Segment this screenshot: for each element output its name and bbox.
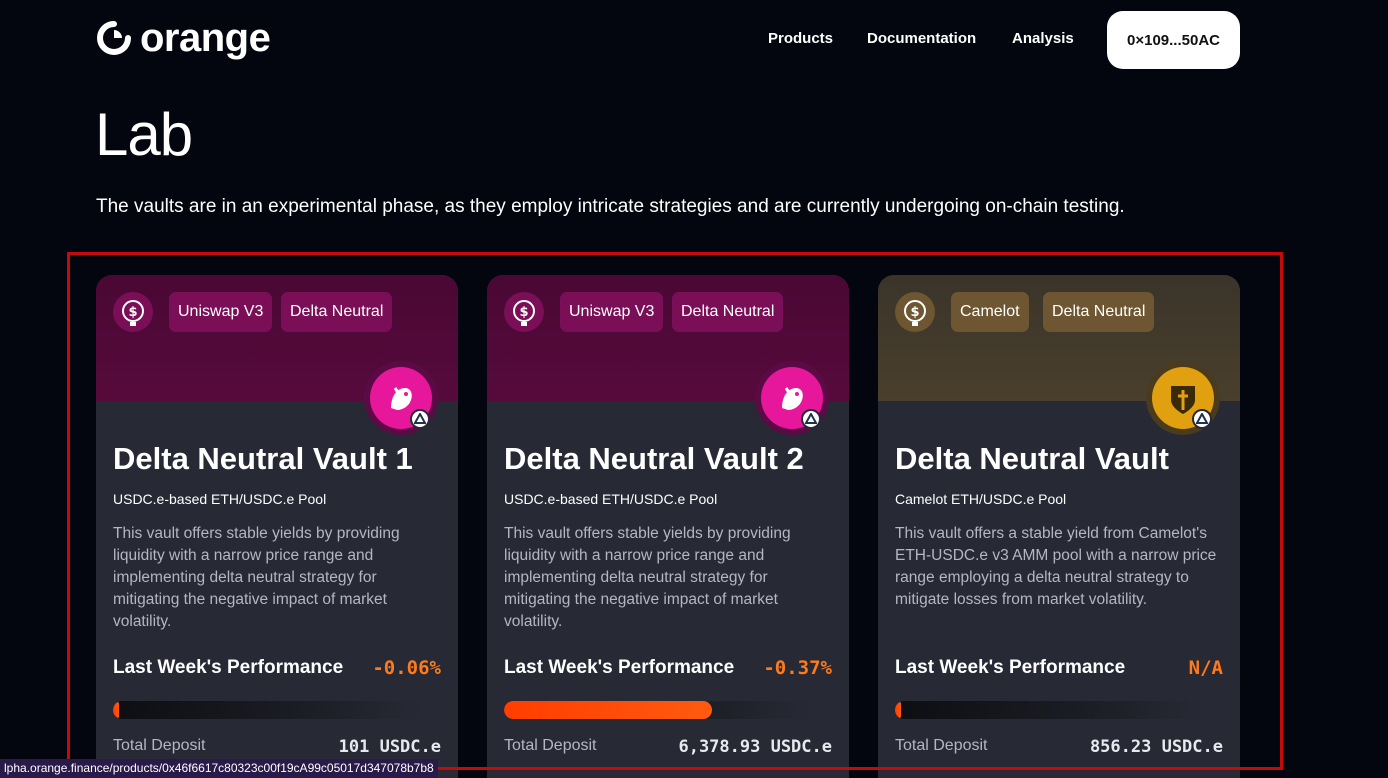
performance-value: N/A	[1188, 657, 1223, 679]
card-description: This vault offers a stable yield from Ca…	[895, 525, 1217, 608]
performance-bar	[895, 701, 1205, 719]
deposit-value: 101 USDC.e	[338, 737, 441, 757]
performance-bar-fill	[504, 701, 712, 719]
card-title: Delta Neutral Vault	[895, 441, 1169, 476]
tag-protocol: Uniswap V3	[560, 292, 664, 332]
card-description: This vault offers stable yields by provi…	[504, 525, 791, 630]
card-title: Delta Neutral Vault 1	[113, 441, 413, 476]
deposit-label: Total Deposit	[504, 737, 597, 754]
vault-card[interactable]: $ Camelot Delta Neutral Delta Neutral Va…	[878, 275, 1240, 778]
arbitrum-icon	[801, 409, 821, 429]
tag-strategy: Delta Neutral	[672, 292, 784, 332]
wallet-button[interactable]: 0×109...50AC	[1107, 11, 1240, 69]
protocol-badge	[364, 361, 438, 435]
tag-strategy: Delta Neutral	[281, 292, 393, 332]
tag-protocol: Uniswap V3	[169, 292, 273, 332]
header: orange Products Documentation Analysis 0…	[0, 0, 1388, 80]
performance-label: Last Week's Performance	[895, 657, 1126, 678]
deposit-value: 856.23 USDC.e	[1089, 737, 1223, 757]
performance-bar	[504, 701, 814, 719]
svg-text:$: $	[519, 305, 528, 320]
card-subtitle: USDC.e-based ETH/USDC.e Pool	[113, 491, 327, 507]
protocol-badge	[1146, 361, 1220, 435]
arbitrum-icon	[410, 409, 430, 429]
card-subtitle: USDC.e-based ETH/USDC.e Pool	[504, 491, 718, 507]
deposit-label: Total Deposit	[113, 737, 206, 754]
nav-analysis[interactable]: Analysis	[1012, 30, 1074, 47]
vault-card[interactable]: $ Uniswap V3 Delta Neutral Delta Neutral…	[487, 275, 849, 778]
deposit-label: Total Deposit	[895, 737, 988, 754]
usdc-token-icon: $	[895, 292, 935, 332]
performance-label: Last Week's Performance	[504, 657, 735, 678]
card-subtitle: Camelot ETH/USDC.e Pool	[895, 491, 1067, 507]
card-description: This vault offers stable yields by provi…	[113, 525, 400, 630]
svg-text:$: $	[910, 305, 919, 320]
performance-bar-fill	[113, 701, 120, 719]
performance-value: -0.06%	[372, 657, 441, 679]
status-bar-url: lpha.orange.finance/products/0x46f6617c8…	[0, 759, 438, 778]
page-description: The vaults are in an experimental phase,…	[96, 196, 1125, 217]
orange-logo-icon	[97, 21, 131, 55]
nav-documentation[interactable]: Documentation	[867, 30, 976, 47]
svg-text:$: $	[128, 305, 137, 320]
performance-bar-fill	[895, 701, 902, 719]
performance-bar	[113, 701, 423, 719]
deposit-value: 6,378.93 USDC.e	[678, 737, 832, 757]
brand-name: orange	[140, 16, 271, 60]
card-title: Delta Neutral Vault 2	[504, 441, 804, 476]
tag-strategy: Delta Neutral	[1043, 292, 1155, 332]
vault-card[interactable]: $ Uniswap V3 Delta Neutral Delta Neutral…	[96, 275, 458, 778]
brand-logo[interactable]: orange	[96, 16, 271, 60]
tag-protocol: Camelot	[951, 292, 1029, 332]
nav-products[interactable]: Products	[768, 30, 833, 47]
performance-label: Last Week's Performance	[113, 657, 344, 678]
usdc-token-icon: $	[504, 292, 544, 332]
usdc-token-icon: $	[113, 292, 153, 332]
page-title: Lab	[95, 101, 193, 168]
protocol-badge	[755, 361, 829, 435]
arbitrum-icon	[1192, 409, 1212, 429]
performance-value: -0.37%	[763, 657, 832, 679]
